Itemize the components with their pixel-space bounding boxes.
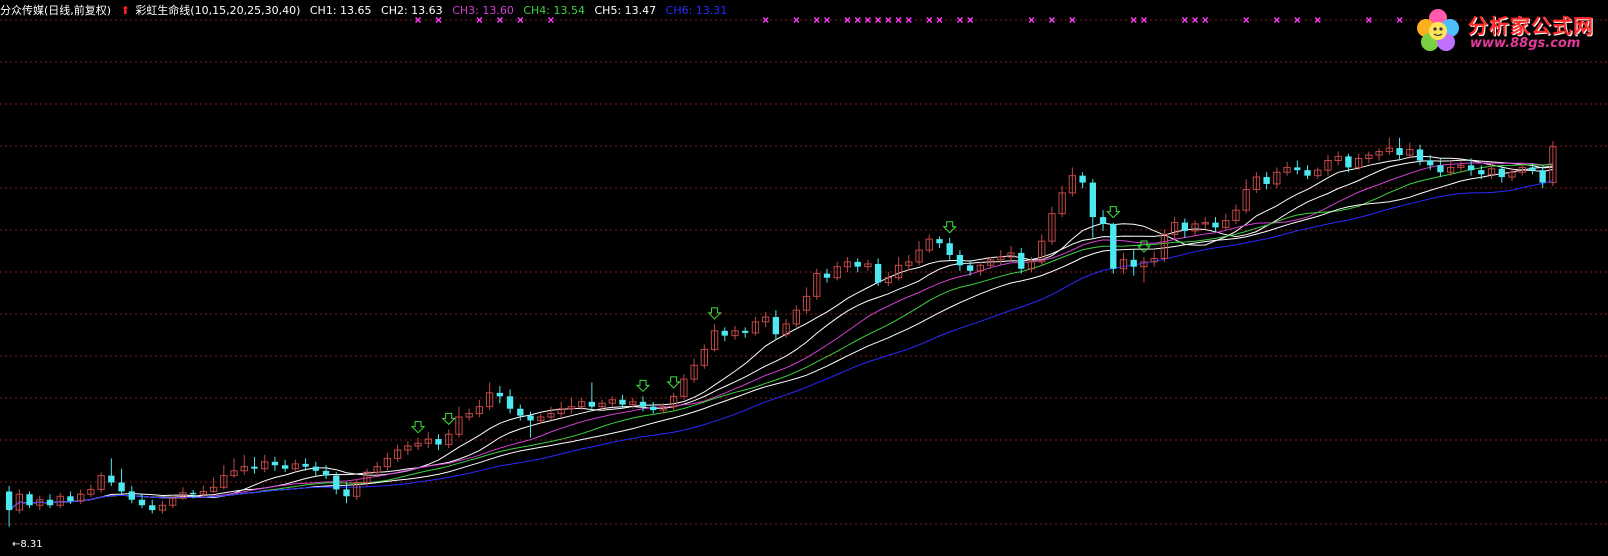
logo-title: 分析家公式网 xyxy=(1468,14,1594,38)
candle-down xyxy=(1089,182,1096,218)
candle-down xyxy=(302,463,309,467)
ch6-value: CH6: 13.31 xyxy=(665,4,728,17)
candle-down xyxy=(1263,177,1270,184)
candle-down xyxy=(1416,149,1424,161)
down-arrow-icon xyxy=(441,412,456,426)
candle-down xyxy=(46,499,54,506)
cross-marker-icon xyxy=(548,17,554,23)
candle-down xyxy=(271,461,279,466)
candle-down xyxy=(936,239,943,244)
cross-marker-icon xyxy=(517,17,524,23)
candle-down xyxy=(118,482,125,492)
cross-marker-icon xyxy=(1243,17,1250,23)
ch4-value: CH4: 13.54 xyxy=(523,4,585,17)
cross-marker-icon xyxy=(793,17,800,23)
down-arrow-icon xyxy=(635,379,651,393)
down-arrow-icon xyxy=(410,421,426,434)
indicator-title: 彩虹生命线(10,15,20,25,30,40) xyxy=(135,4,301,17)
candle-down xyxy=(506,396,514,409)
candle-down xyxy=(1304,170,1311,176)
candle-down xyxy=(312,466,319,471)
down-arrow-icon xyxy=(707,307,722,320)
chart-header: 分众传媒(日线,前复权) ⬆ 彩虹生命线(10,15,20,25,30,40) … xyxy=(0,2,733,18)
candle-down xyxy=(138,499,146,506)
candle-down xyxy=(1212,222,1219,228)
flower-logo-icon xyxy=(1417,9,1459,51)
down-arrow-icon xyxy=(666,376,681,389)
red-up-arrow-icon: ⬆ xyxy=(120,4,130,17)
candle-down xyxy=(1345,156,1352,168)
down-arrow-icon xyxy=(942,221,957,234)
candle-down xyxy=(650,406,657,411)
candle-down xyxy=(588,401,596,407)
candle-down xyxy=(742,330,749,333)
candle-down xyxy=(1079,175,1086,183)
logo-url: www.88gs.com xyxy=(1470,36,1581,51)
candle-down xyxy=(189,492,197,495)
candlestick-chart xyxy=(0,17,1608,527)
candle-down xyxy=(619,399,626,405)
candle-down xyxy=(956,254,964,266)
cross-marker-icon xyxy=(1202,17,1209,23)
candle-down xyxy=(1437,165,1444,173)
candle-down xyxy=(333,475,340,490)
candle-down xyxy=(1467,165,1475,171)
low-price-value: 8.31 xyxy=(20,539,43,550)
ch2-value: CH2: 13.63 xyxy=(381,4,443,17)
candle-down xyxy=(322,470,330,476)
candle-down xyxy=(1294,167,1301,171)
candle-down xyxy=(874,263,882,283)
candle-down xyxy=(1396,148,1403,155)
candle-down xyxy=(435,439,442,445)
ch3-value: CH3: 13.60 xyxy=(452,4,514,17)
candle-down xyxy=(496,392,504,397)
candle-down xyxy=(26,494,33,506)
candle-down xyxy=(67,496,74,502)
ch1-value: CH1: 13.65 xyxy=(309,4,372,17)
candle-down xyxy=(1498,168,1505,178)
low-price-label: ←8.31 xyxy=(12,539,43,550)
candle-down xyxy=(128,491,135,500)
candle-down xyxy=(1539,170,1546,183)
candle-down xyxy=(1181,222,1189,231)
candle-down xyxy=(517,408,524,416)
cross-marker-icon xyxy=(1028,17,1035,23)
candle-down xyxy=(854,261,861,267)
ma-line-ch1 xyxy=(8,155,1553,511)
ch5-value: CH5: 13.47 xyxy=(594,4,657,17)
candle-down xyxy=(5,491,13,511)
candle-down xyxy=(527,415,534,421)
candle-down xyxy=(1130,259,1137,267)
stock-title: 分众传媒(日线,前复权) xyxy=(0,4,112,17)
cross-marker-icon xyxy=(762,17,769,23)
candle-down xyxy=(149,505,156,511)
candle-down xyxy=(946,243,953,255)
candle-down xyxy=(1427,160,1434,166)
candle-down xyxy=(1529,167,1536,171)
candle-down xyxy=(823,273,831,278)
candle-down xyxy=(251,466,258,469)
candle-down xyxy=(1110,223,1117,269)
candle-down xyxy=(1018,252,1025,269)
candle-down xyxy=(1099,217,1107,224)
candle-down xyxy=(721,330,728,336)
site-logo: 分析家公式网 www.88gs.com xyxy=(1410,6,1606,56)
candle-down xyxy=(108,475,115,483)
chart-stage: 分众传媒(日线,前复权) ⬆ 彩虹生命线(10,15,20,25,30,40) … xyxy=(0,0,1608,556)
ma-line-ch5 xyxy=(8,165,1553,511)
candle-down xyxy=(343,489,350,497)
candle-down xyxy=(772,317,780,335)
candle-down xyxy=(639,401,647,407)
candle-down xyxy=(966,265,974,271)
down-arrow-icon xyxy=(1106,206,1121,219)
candle-down xyxy=(1478,170,1485,175)
candle-down xyxy=(281,465,289,469)
